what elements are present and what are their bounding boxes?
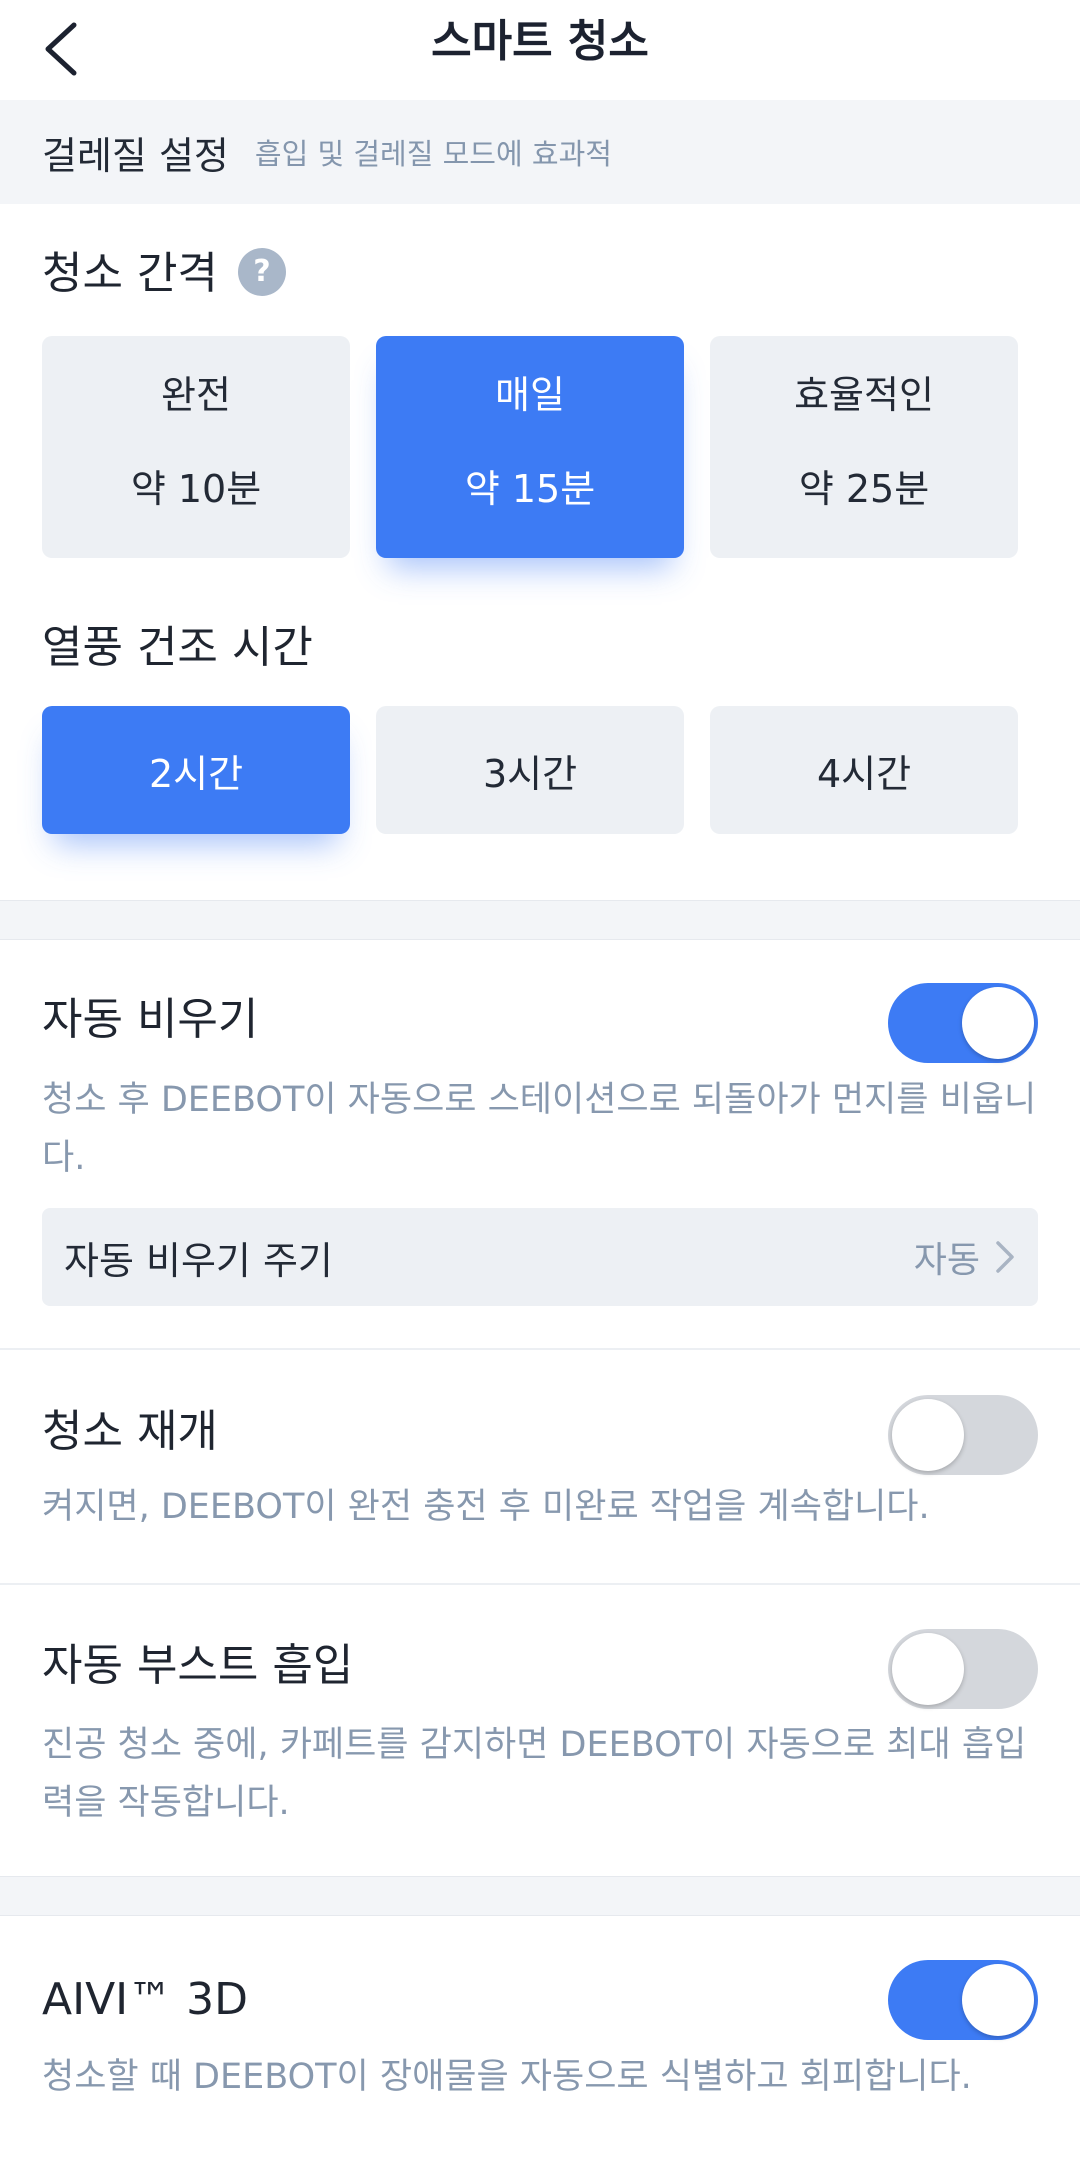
interval-option-label: 효율적인: [794, 373, 934, 417]
auto-empty-frequency-row[interactable]: 자동 비우기 주기 자동: [42, 1208, 1038, 1306]
drying-option-2h[interactable]: 2시간: [42, 706, 350, 834]
mop-settings-description: 흡입 및 걸레질 모드에 효과적: [254, 137, 612, 171]
smart-cleaning-screen: 스마트 청소 걸레질 설정 흡입 및 걸레질 모드에 효과적 청소 간격? 완전…: [0, 0, 1080, 2169]
toggle-knob: [892, 1633, 964, 1705]
divider: [0, 1583, 1080, 1585]
aivi-description: 청소할 때 DEEBOT이 장애물을 자동으로 식별하고 회피합니다.: [42, 2057, 972, 2097]
toggle-knob: [892, 1399, 964, 1471]
resume-cleaning-title: 청소 재개: [42, 1406, 218, 1457]
drying-option-4h[interactable]: 4시간: [710, 706, 1018, 834]
mop-settings-title: 걸레질 설정: [42, 133, 229, 178]
help-icon[interactable]: ?: [237, 248, 286, 296]
auto-boost-title: 자동 부스트 흡입: [42, 1640, 354, 1691]
interval-option-duration: 약 25분: [798, 467, 930, 511]
divider: [0, 1348, 1080, 1350]
drying-time-title: 열풍 건조 시간: [42, 622, 313, 673]
cleaning-interval-title: 청소 간격?: [42, 246, 286, 302]
auto-empty-frequency-label: 자동 비우기 주기: [64, 1238, 333, 1283]
section-divider: [0, 900, 1080, 940]
interval-option-duration: 약 10분: [130, 467, 262, 511]
resume-cleaning-description: 켜지면, DEEBOT이 완전 충전 후 미완료 작업을 계속합니다.: [42, 1487, 930, 1527]
aivi-toggle[interactable]: [888, 1960, 1038, 2040]
interval-option-efficient[interactable]: 효율적인 약 25분: [710, 336, 1018, 558]
mop-settings-row[interactable]: 걸레질 설정 흡입 및 걸레질 모드에 효과적: [0, 100, 1080, 204]
chevron-right-icon: [996, 1241, 1014, 1273]
aivi-title: AIVI™ 3D: [42, 1974, 249, 2025]
auto-empty-description: 청소 후 DEEBOT이 자동으로 스테이션으로 되돌아가 먼지를 비웁니다.: [42, 1080, 1037, 1178]
header: 스마트 청소: [0, 0, 1080, 100]
interval-option-daily[interactable]: 매일 약 15분: [376, 336, 684, 558]
interval-option-duration: 약 15분: [464, 467, 596, 511]
toggle-knob: [962, 987, 1034, 1059]
resume-cleaning-toggle[interactable]: [888, 1395, 1038, 1475]
auto-boost-description: 진공 청소 중에, 카페트를 감지하면 DEEBOT이 자동으로 최대 흡입력을…: [42, 1725, 1027, 1823]
interval-option-label: 완전: [161, 373, 231, 417]
page-title: 스마트 청소: [431, 16, 649, 67]
auto-empty-toggle[interactable]: [888, 983, 1038, 1063]
toggle-knob: [962, 1964, 1034, 2036]
auto-empty-frequency-value: 자동: [913, 1240, 980, 1281]
auto-boost-toggle[interactable]: [888, 1629, 1038, 1709]
auto-empty-title: 자동 비우기: [42, 994, 259, 1045]
drying-option-3h[interactable]: 3시간: [376, 706, 684, 834]
interval-option-full[interactable]: 완전 약 10분: [42, 336, 350, 558]
section-divider: [0, 1876, 1080, 1916]
interval-option-label: 매일: [495, 373, 565, 417]
